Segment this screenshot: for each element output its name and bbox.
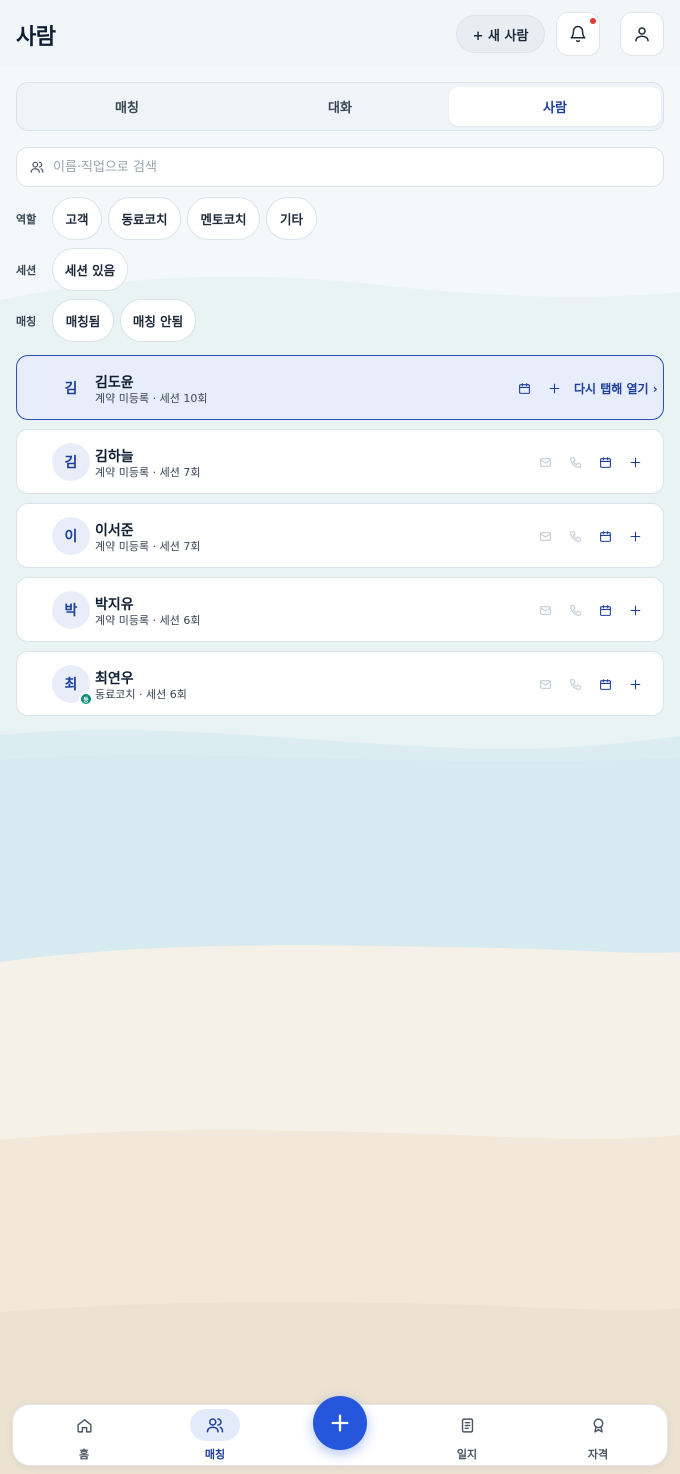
add-icon[interactable] (546, 380, 562, 396)
nav-label: 매칭 (204, 1448, 226, 1461)
tab-people[interactable]: 사람 (449, 87, 661, 126)
avatar: 이 (52, 517, 90, 555)
person-name: 김하늘 (95, 449, 134, 465)
person-name: 최연우 (95, 671, 134, 687)
filter-chip-mentor-coach[interactable]: 멘토코치 (187, 197, 260, 240)
peer-coach-badge: 동 (79, 692, 93, 706)
filter-label-matching: 매칭 (16, 315, 37, 328)
home-icon (59, 1409, 109, 1441)
add-icon[interactable] (627, 454, 643, 470)
segment-tabs: 매칭 대화 사람 (16, 82, 664, 131)
page-title: 사람 (16, 25, 56, 50)
person-card[interactable]: 이 이서준 계약 미등록 · 세션 7회 (16, 503, 664, 568)
add-icon[interactable] (627, 602, 643, 618)
mail-icon[interactable] (537, 528, 553, 544)
nav-item-credentials[interactable]: 자격 (558, 1405, 638, 1467)
person-card[interactable]: 김 김하늘 계약 미등록 · 세션 7회 (16, 429, 664, 494)
person-meta: 계약 미등록 · 세션 7회 (95, 466, 201, 479)
background-waves (0, 0, 680, 1474)
calendar-icon[interactable] (597, 676, 613, 692)
nav-label: 자격 (587, 1448, 609, 1461)
phone-icon[interactable] (567, 528, 583, 544)
avatar: 김 (64, 381, 78, 397)
award-icon (573, 1409, 623, 1441)
mail-icon[interactable] (537, 454, 553, 470)
person-name: 이서준 (95, 523, 134, 539)
bell-icon (570, 25, 586, 43)
avatar: 박 (52, 591, 90, 629)
reopen-link[interactable]: 다시 탭해 열기 › (574, 380, 658, 397)
filter-chip-peer-coach[interactable]: 동료코치 (108, 197, 181, 240)
people-search-icon (30, 161, 44, 173)
nav-label: 일지 (456, 1448, 478, 1461)
new-person-button[interactable]: + 새 사람 (456, 15, 545, 53)
person-meta: 계약 미등록 · 세션 6회 (95, 614, 201, 627)
search-bar (16, 147, 664, 187)
calendar-icon[interactable] (597, 602, 613, 618)
person-card[interactable]: 최 동 최연우 동료코치 · 세션 6회 (16, 651, 664, 716)
phone-icon[interactable] (567, 602, 583, 618)
filter-chip-has-session[interactable]: 세션 있음 (52, 248, 128, 291)
add-icon[interactable] (627, 676, 643, 692)
calendar-icon[interactable] (597, 528, 613, 544)
notification-dot (590, 18, 596, 24)
person-meta: 계약 미등록 · 세션 7회 (95, 540, 201, 553)
nav-item-home[interactable]: 홈 (44, 1405, 124, 1467)
notifications-button[interactable] (556, 12, 600, 56)
journal-icon (442, 1409, 492, 1441)
top-header: 사람 + 새 사람 (0, 0, 680, 66)
mail-icon[interactable] (537, 676, 553, 692)
nav-item-matching[interactable]: 매칭 (175, 1405, 255, 1467)
people-icon (190, 1409, 240, 1441)
add-icon[interactable] (627, 528, 643, 544)
tab-conversation[interactable]: 대화 (234, 87, 446, 126)
nav-item-journal[interactable]: 일지 (427, 1405, 507, 1467)
plus-icon (331, 1414, 349, 1432)
nav-label: 홈 (78, 1448, 90, 1461)
person-card[interactable]: 박 박지유 계약 미등록 · 세션 6회 (16, 577, 664, 642)
person-name: 박지유 (95, 597, 134, 613)
mail-icon[interactable] (537, 602, 553, 618)
profile-button[interactable] (620, 12, 664, 56)
calendar-icon[interactable] (516, 380, 532, 396)
add-fab-button[interactable] (313, 1396, 367, 1450)
filter-label-session: 세션 (16, 264, 37, 277)
person-meta: 동료코치 · 세션 6회 (95, 688, 187, 701)
person-card[interactable]: 김 김도윤 계약 미등록 · 세션 10회 다시 탭해 열기 › (16, 355, 664, 420)
user-icon (635, 27, 649, 42)
calendar-icon[interactable] (597, 454, 613, 470)
filter-chip-unmatched[interactable]: 매칭 안됨 (120, 299, 196, 342)
phone-icon[interactable] (567, 454, 583, 470)
filter-label-role: 역할 (16, 213, 37, 226)
avatar: 김 (52, 443, 90, 481)
person-name: 김도윤 (95, 375, 134, 391)
filter-chip-other[interactable]: 기타 (266, 197, 317, 240)
phone-icon[interactable] (567, 676, 583, 692)
filter-chip-matched[interactable]: 매칭됨 (52, 299, 114, 342)
search-input[interactable] (53, 148, 653, 186)
filter-chip-client[interactable]: 고객 (52, 197, 102, 240)
tab-matching[interactable]: 매칭 (21, 87, 233, 126)
person-meta: 계약 미등록 · 세션 10회 (95, 392, 208, 405)
